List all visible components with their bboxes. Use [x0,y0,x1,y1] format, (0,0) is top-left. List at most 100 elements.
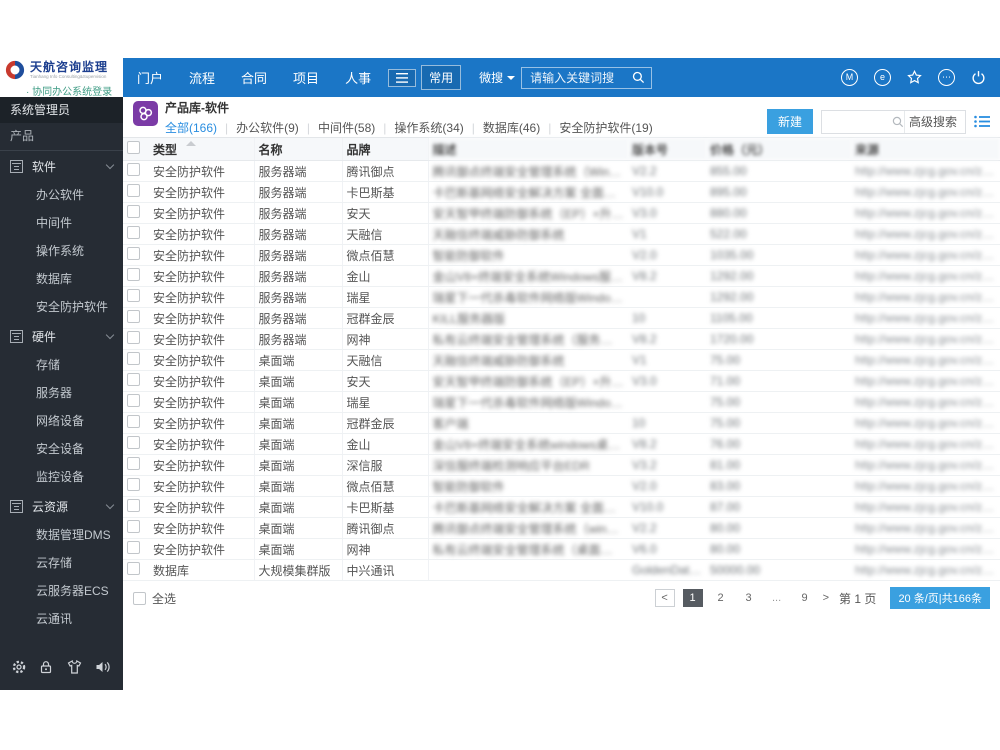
sidebar-group-2[interactable]: 硬件 [0,321,123,351]
table-row[interactable]: 安全防护软件 桌面端 冠群金辰 客户端 10 75.00 http://www.zjcg.g… [123,412,1000,434]
nav-item-4[interactable]: 项目 [293,68,319,87]
table-row[interactable]: 安全防护软件 服务器端 天融信 天融信终端威胁防御系统 V1 522.00 http://w… [123,223,1000,245]
table-row[interactable]: 安全防护软件桌面端瑞星瑞星下一代杀毒软件网络版Windows桌面版 75.00ht… [123,391,1000,413]
settings-gear-icon[interactable] [11,659,27,675]
row-checkbox[interactable] [127,457,140,470]
new-button[interactable]: 新建 [766,109,813,134]
sidebar-section-product[interactable]: 产品 [0,123,123,151]
table-row[interactable]: 安全防护软件桌面端腾讯御点腾讯御点终端安全管理系统（windows版）V2.28… [123,517,1000,539]
sidebar-item-网络设备[interactable]: 网络设备 [0,407,123,435]
row-checkbox[interactable] [127,562,140,575]
global-search-input[interactable] [528,69,629,86]
oa-login-link[interactable]: · 协同办公系统登录 [26,83,123,98]
nav-item-1[interactable]: 门户 [137,68,163,87]
tab-6[interactable]: 安全防护软件(19) [559,119,652,136]
sidebar-item-监控设备[interactable]: 监控设备 [0,463,123,491]
row-checkbox[interactable] [127,331,140,344]
search-icon[interactable] [892,116,904,128]
lock-icon[interactable] [38,659,54,675]
table-row[interactable]: 安全防护软件 桌面端 深信服 深信服终端检测响应平台EDR V3.2 81.00 http:… [123,454,1000,476]
page-button-2[interactable]: 2 [711,589,731,607]
table-row[interactable]: 安全防护软件 桌面端 网神 私有云终端安全管理系统（桌面版） V6.0 80.00 http… [123,538,1000,560]
header-checkbox[interactable] [127,141,140,154]
table-row[interactable]: 安全防护软件服务器端卡巴斯基卡巴斯基网络安全解决方案 全面防护 升级服务V10.… [123,181,1000,203]
row-checkbox[interactable] [127,415,140,428]
table-row[interactable]: 安全防护软件 桌面端 天融信 天融信终端威胁防御系统 V1 75.00 http://www… [123,349,1000,371]
row-checkbox[interactable] [127,205,140,218]
sidebar-item-云服务器ECS[interactable]: 云服务器ECS [0,577,123,605]
page-button-1[interactable]: 1 [682,589,703,607]
volume-icon[interactable] [94,659,112,675]
row-checkbox[interactable] [127,373,140,386]
select-all-checkbox[interactable] [133,591,146,605]
sidebar-item-云存储[interactable]: 云存储 [0,549,123,577]
tab-2[interactable]: 办公软件(9) [236,119,299,136]
list-search-input[interactable] [821,114,892,129]
sidebar-item-操作系统[interactable]: 操作系统 [0,237,123,265]
sidebar-item-中间件[interactable]: 中间件 [0,209,123,237]
table-row[interactable]: 安全防护软件 桌面端 金山 金山V8+终端安全系统windows桌面版 V8.2 76.0… [123,433,1000,455]
sidebar-item-安全防护软件[interactable]: 安全防护软件 [0,293,123,321]
message-circle-icon[interactable]: e [874,69,891,86]
sidebar-item-办公软件[interactable]: 办公软件 [0,181,123,209]
wesearch-dropdown[interactable]: 微搜 [479,69,516,86]
table-row[interactable]: 安全防护软件 服务器端 安天 安天智甲终端防御系统（EP）+升级服务 V3.0 880.0… [123,202,1000,224]
advanced-search-button[interactable]: 高级搜索 [903,110,965,133]
table-row[interactable]: 安全防护软件 服务器端 冠群金辰 KILL服务器版 10 1105.00 http://ww… [123,307,1000,329]
sidebar-item-数据库[interactable]: 数据库 [0,265,123,293]
page-next-button[interactable]: > [823,592,829,604]
page-button-9[interactable]: 9 [795,589,815,607]
power-icon[interactable] [971,70,986,85]
row-checkbox[interactable] [127,520,140,533]
table-row[interactable]: 安全防护软件服务器端瑞星瑞星下一代杀毒软件网络版Windows服务器版 1292.… [123,286,1000,308]
row-checkbox[interactable] [127,163,140,176]
sidebar-item-存储[interactable]: 存储 [0,351,123,379]
row-checkbox[interactable] [127,226,140,239]
page-size-badge[interactable]: 20 条/页|共166条 [890,587,990,609]
row-checkbox[interactable] [127,478,140,491]
page-prev-button[interactable]: < [654,589,675,607]
m-circle-icon[interactable]: M [841,69,858,86]
sidebar-item-数据管理DMS[interactable]: 数据管理DMS [0,521,123,549]
list-view-icon[interactable] [974,115,990,128]
table-row[interactable]: 安全防护软件 服务器端 网神 私有云终端安全管理系统（服务器版） V8.2 1720.00… [123,328,1000,350]
sidebar-group-3[interactable]: 云资源 [0,491,123,521]
nav-item-5[interactable]: 人事 [345,68,371,87]
table-row[interactable]: 安全防护软件 服务器端 微点佰慧 智能防御软件 V2.0 1035.00 http://ww… [123,244,1000,266]
table-row[interactable]: 安全防护软件桌面端卡巴斯基卡巴斯基网络安全解决方案 全面防护 升级服务V10.0… [123,496,1000,518]
table-row[interactable]: 安全防护软件服务器端腾讯御点腾讯御点终端安全管理系统（Windows版）V2.2… [123,160,1000,182]
row-checkbox[interactable] [127,268,140,281]
nav-item-changyong[interactable]: 常用 [421,65,462,90]
nav-menu-button[interactable] [388,68,417,87]
nav-item-3[interactable]: 合同 [241,68,267,87]
star-icon[interactable] [907,70,922,85]
page-jump-input[interactable]: 1 [854,592,861,606]
nav-item-2[interactable]: 流程 [189,68,215,87]
tab-1[interactable]: 全部(166) [165,119,217,146]
row-checkbox[interactable] [127,184,140,197]
sidebar-item-服务器[interactable]: 服务器 [0,379,123,407]
row-checkbox[interactable] [127,394,140,407]
sidebar-item-云通讯[interactable]: 云通讯 [0,605,123,633]
row-checkbox[interactable] [127,541,140,554]
theme-shirt-icon[interactable] [66,659,83,675]
page-button-3[interactable]: 3 [739,589,759,607]
table-row[interactable]: 安全防护软件 服务器端 金山 金山V8+终端安全系统Windows服务器版 V8.2 12… [123,265,1000,287]
more-circle-icon[interactable]: ⋯ [938,69,955,86]
sidebar-group-1[interactable]: 软件 [0,151,123,181]
row-checkbox[interactable] [127,247,140,260]
sidebar-item-安全设备[interactable]: 安全设备 [0,435,123,463]
search-icon[interactable] [632,71,645,84]
row-checkbox[interactable] [127,352,140,365]
table-row[interactable]: 安全防护软件 桌面端 安天 安天智甲终端防御系统（EP）+升级服务 V3.0 71.00 h… [123,370,1000,392]
tab-5[interactable]: 数据库(46) [483,119,540,136]
row-checkbox[interactable] [127,499,140,512]
row-checkbox[interactable] [127,289,140,302]
row-checkbox[interactable] [127,310,140,323]
tab-3[interactable]: 中间件(58) [318,119,375,136]
select-all[interactable]: 全选 [133,590,176,607]
table-row[interactable]: 安全防护软件 桌面端 微点佰慧 智能防御软件 V2.0 83.00 http://www.z… [123,475,1000,497]
row-checkbox[interactable] [127,436,140,449]
tab-4[interactable]: 操作系统(34) [394,119,463,136]
table-row[interactable]: 数据库大规模集群版中兴通讯 GoldenData s...50000.00http… [123,559,1000,581]
